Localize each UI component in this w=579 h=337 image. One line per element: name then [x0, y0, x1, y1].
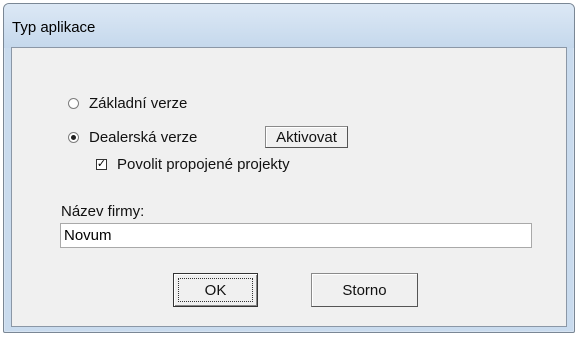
focus-rectangle	[178, 278, 253, 302]
title-bar[interactable]: Typ aplikace	[4, 4, 574, 48]
radio-dealer-label: Dealerská verze	[89, 129, 198, 146]
radio-button-icon[interactable]	[68, 98, 79, 109]
activate-button-label: Aktivovat	[276, 128, 337, 146]
activate-button[interactable]: Aktivovat	[265, 126, 348, 148]
ok-button[interactable]: OK	[173, 273, 258, 307]
radio-basic-version[interactable]: Základní verze	[68, 95, 187, 112]
radio-button-selected-icon[interactable]	[68, 132, 79, 143]
radio-basic-label: Základní verze	[89, 95, 188, 112]
dialog-body: Základní verze Dealerská verze Aktivovat…	[11, 47, 567, 327]
dialog-title: Typ aplikace	[12, 19, 96, 36]
cancel-button-label: Storno	[342, 281, 387, 299]
dialog-window: Typ aplikace Základní verze Dealerská ve…	[3, 3, 575, 333]
radio-dealer-version[interactable]: Dealerská verze	[68, 129, 197, 146]
company-name-label: Název firmy:	[61, 203, 145, 220]
checkbox-checked-icon[interactable]: ✓	[96, 159, 107, 170]
company-name-input[interactable]	[60, 223, 532, 248]
checkbox-label: Povolit propojené projekty	[117, 156, 290, 173]
cancel-button[interactable]: Storno	[311, 273, 418, 307]
checkbox-linked-projects[interactable]: ✓ Povolit propojené projekty	[96, 156, 290, 173]
